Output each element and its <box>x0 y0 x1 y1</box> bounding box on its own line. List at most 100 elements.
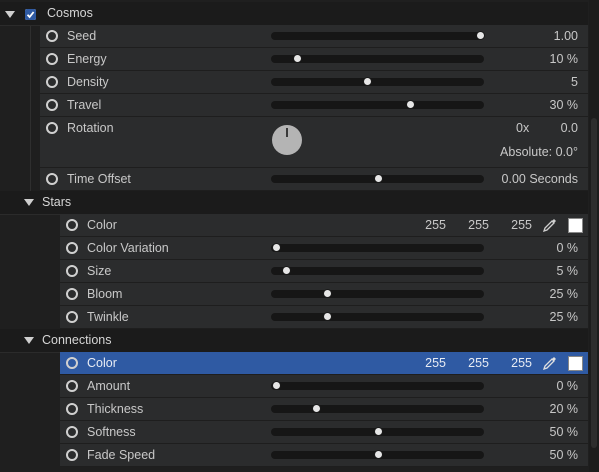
keyframe-toggle-icon[interactable] <box>66 380 78 392</box>
param-value[interactable]: 25 % <box>550 287 579 301</box>
color-swatch[interactable] <box>568 356 583 371</box>
slider-knob[interactable] <box>322 289 332 298</box>
slider-knob[interactable] <box>293 54 303 63</box>
param-row-color-variation[interactable]: Color Variation 0 % <box>60 237 588 260</box>
collapse-arrow-icon[interactable] <box>24 337 34 344</box>
rotation-turns[interactable]: 0x <box>516 121 529 135</box>
param-row-energy[interactable]: Energy 10 % <box>40 48 588 71</box>
vertical-scrollbar[interactable] <box>589 0 599 472</box>
keyframe-toggle-icon[interactable] <box>46 76 58 88</box>
group-header-connections[interactable]: Connections <box>0 329 588 353</box>
collapse-arrow-icon[interactable] <box>5 11 15 18</box>
group-title-connections: Connections <box>42 333 112 347</box>
param-row-density[interactable]: Density 5 <box>40 71 588 94</box>
param-label: Seed <box>67 29 97 43</box>
density-slider[interactable] <box>271 77 484 86</box>
keyframe-toggle-icon[interactable] <box>66 357 78 369</box>
travel-slider[interactable] <box>271 100 484 109</box>
param-row-thickness[interactable]: Thickness 20 % <box>60 398 588 421</box>
slider-knob[interactable] <box>322 312 332 321</box>
param-value[interactable]: 50 % <box>550 425 579 439</box>
color-green-value[interactable]: 255 <box>459 218 489 232</box>
amount-slider[interactable] <box>271 381 484 390</box>
color-red-value[interactable]: 255 <box>416 356 446 370</box>
slider-knob[interactable] <box>374 427 383 436</box>
param-row-amount[interactable]: Amount 0 % <box>60 375 588 398</box>
keyframe-toggle-icon[interactable] <box>66 403 78 415</box>
rotation-dial[interactable] <box>272 125 302 155</box>
keyframe-toggle-icon[interactable] <box>66 449 78 461</box>
keyframe-toggle-icon[interactable] <box>66 265 78 277</box>
thickness-slider[interactable] <box>271 404 484 413</box>
param-label: Bloom <box>87 287 123 301</box>
param-label: Fade Speed <box>87 448 156 462</box>
keyframe-toggle-icon[interactable] <box>66 426 78 438</box>
param-row-fade-speed[interactable]: Fade Speed 50 % <box>60 444 588 467</box>
softness-slider[interactable] <box>271 427 484 436</box>
keyframe-toggle-icon[interactable] <box>46 122 58 134</box>
param-row-time-offset[interactable]: Time Offset 0.00 Seconds <box>40 168 588 191</box>
slider-knob[interactable] <box>312 404 322 413</box>
slider-knob[interactable] <box>476 31 486 40</box>
param-value[interactable]: 0 % <box>556 379 578 393</box>
param-value[interactable]: 50 % <box>550 448 579 462</box>
param-label: Color <box>87 218 117 232</box>
param-row-stars-color[interactable]: Color 255 255 255 <box>60 214 588 237</box>
eyedropper-icon[interactable] <box>542 355 558 371</box>
eyedropper-icon[interactable] <box>542 217 558 233</box>
slider-knob[interactable] <box>282 266 292 275</box>
param-value[interactable]: 10 % <box>550 52 579 66</box>
keyframe-toggle-icon[interactable] <box>46 53 58 65</box>
slider-knob[interactable] <box>374 450 383 459</box>
keyframe-toggle-icon[interactable] <box>66 311 78 323</box>
param-value[interactable]: 0 % <box>556 241 578 255</box>
rotation-degrees[interactable]: 0.0 <box>561 121 578 135</box>
keyframe-toggle-icon[interactable] <box>46 173 58 185</box>
color-blue-value[interactable]: 255 <box>502 356 532 370</box>
param-label: Size <box>87 264 112 278</box>
param-value[interactable]: 1.00 <box>554 29 578 43</box>
collapse-arrow-icon[interactable] <box>24 199 34 206</box>
param-label: Color Variation <box>87 241 169 255</box>
param-row-travel[interactable]: Travel 30 % <box>40 94 588 117</box>
group-header-stars[interactable]: Stars <box>0 191 588 215</box>
keyframe-toggle-icon[interactable] <box>66 242 78 254</box>
param-row-size[interactable]: Size 5 % <box>60 260 588 283</box>
color-blue-value[interactable]: 255 <box>502 218 532 232</box>
size-slider[interactable] <box>271 266 484 275</box>
keyframe-toggle-icon[interactable] <box>66 219 78 231</box>
slider-knob[interactable] <box>271 381 281 390</box>
param-row-rotation[interactable]: Rotation 0x 0.0 Absolute: 0.0° <box>40 117 588 168</box>
param-value[interactable]: 0.00 Seconds <box>502 172 578 186</box>
param-row-bloom[interactable]: Bloom 25 % <box>60 283 588 306</box>
energy-slider[interactable] <box>271 54 484 63</box>
time-offset-slider[interactable] <box>271 174 484 183</box>
param-value[interactable]: 30 % <box>550 98 579 112</box>
fade-speed-slider[interactable] <box>271 450 484 459</box>
slider-knob[interactable] <box>363 77 373 86</box>
param-row-softness[interactable]: Softness 50 % <box>60 421 588 444</box>
keyframe-toggle-icon[interactable] <box>66 288 78 300</box>
cosmos-enable-checkbox[interactable] <box>25 9 36 20</box>
slider-knob[interactable] <box>271 243 281 252</box>
param-row-twinkle[interactable]: Twinkle 25 % <box>60 306 588 329</box>
param-row-connections-color[interactable]: Color 255 255 255 <box>60 352 588 375</box>
color-green-value[interactable]: 255 <box>459 356 489 370</box>
color-variation-slider[interactable] <box>271 243 484 252</box>
group-header-cosmos[interactable]: Cosmos <box>0 2 588 26</box>
bloom-slider[interactable] <box>271 289 484 298</box>
seed-slider[interactable] <box>271 31 486 40</box>
param-value[interactable]: 20 % <box>550 402 579 416</box>
param-value[interactable]: 25 % <box>550 310 579 324</box>
color-red-value[interactable]: 255 <box>416 218 446 232</box>
keyframe-toggle-icon[interactable] <box>46 99 58 111</box>
twinkle-slider[interactable] <box>271 312 484 321</box>
keyframe-toggle-icon[interactable] <box>46 30 58 42</box>
slider-knob[interactable] <box>405 100 415 109</box>
scrollbar-thumb[interactable] <box>591 118 597 448</box>
param-value[interactable]: 5 % <box>556 264 578 278</box>
param-row-seed[interactable]: Seed 1.00 <box>40 25 588 48</box>
slider-knob[interactable] <box>374 174 383 183</box>
color-swatch[interactable] <box>568 218 583 233</box>
param-value[interactable]: 5 <box>571 75 578 89</box>
